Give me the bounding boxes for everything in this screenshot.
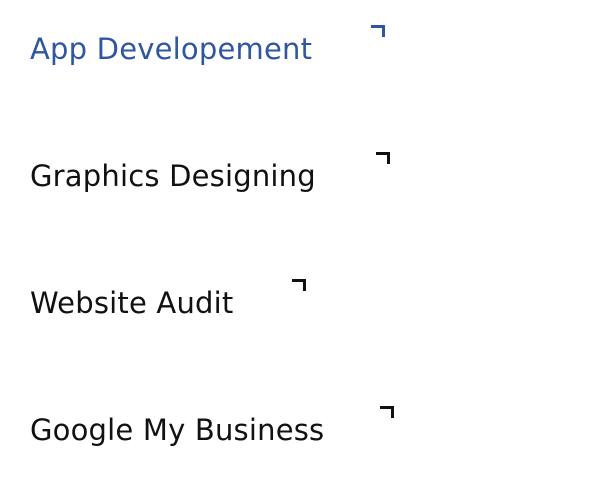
corner-arrow-icon [380,406,394,418]
corner-arrow-icon [292,279,306,291]
corner-arrow-icon [371,25,385,37]
service-label: Website Audit [30,286,234,320]
corner-arrow-icon [376,152,390,164]
service-label: Google My Business [30,413,325,447]
services-list: App Developement Graphics Designing Webs… [0,0,591,479]
service-label: App Developement [30,32,313,66]
service-label: Graphics Designing [30,159,316,193]
